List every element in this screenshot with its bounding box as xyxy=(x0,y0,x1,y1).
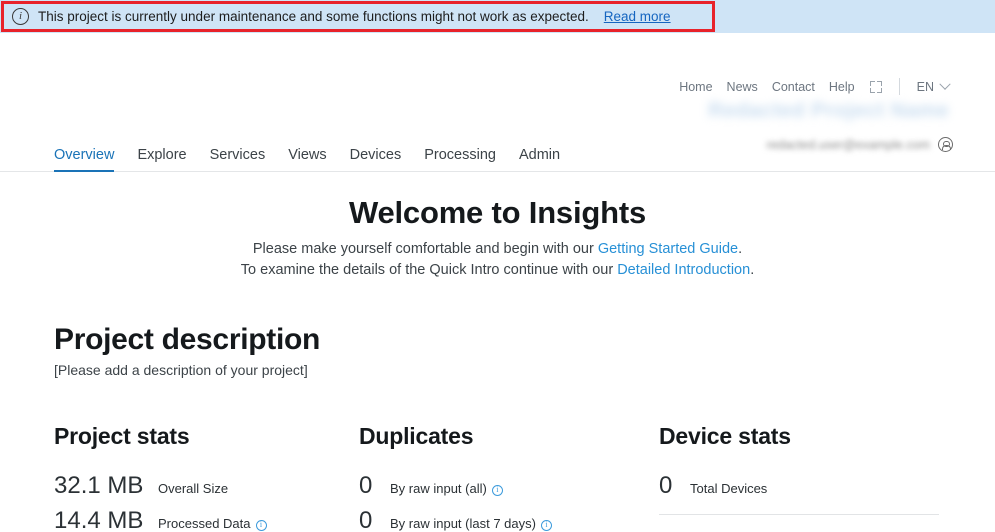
banner-message: This project is currently under maintena… xyxy=(38,9,589,24)
page-header: Home News Contact Help EN Redacted Proje… xyxy=(0,33,995,138)
stat-row: 0 By raw input (last 7 days) i xyxy=(359,507,659,532)
welcome-line-2-text: To examine the details of the Quick Intr… xyxy=(241,262,617,278)
project-stats-column: Project stats 32.1 MB Overall Size 14.4 … xyxy=(54,423,359,532)
info-icon[interactable]: i xyxy=(492,485,503,496)
stat-row: 0 By raw input (all) i xyxy=(359,472,659,500)
project-description-title: Project description xyxy=(54,323,995,357)
device-stats-title: Device stats xyxy=(659,423,949,450)
tab-admin[interactable]: Admin xyxy=(519,147,560,172)
tab-processing[interactable]: Processing xyxy=(424,147,496,172)
info-icon[interactable]: i xyxy=(541,520,552,531)
tab-explore[interactable]: Explore xyxy=(137,147,186,172)
getting-started-guide-link[interactable]: Getting Started Guide xyxy=(598,241,738,257)
stat-label: Overall Size xyxy=(158,481,228,496)
utility-nav: Home News Contact Help EN xyxy=(679,78,949,95)
stat-label-text: By raw input (all) xyxy=(390,481,487,496)
stat-label-text: By raw input (last 7 days) xyxy=(390,516,536,531)
fullscreen-expand-icon[interactable] xyxy=(870,81,882,93)
stat-label: Total Devices xyxy=(690,481,767,496)
duplicates-column: Duplicates 0 By raw input (all) i 0 By ra… xyxy=(359,423,659,532)
duplicates-title: Duplicates xyxy=(359,423,659,450)
info-circle-icon: i xyxy=(12,8,29,25)
language-selector[interactable]: EN xyxy=(917,80,949,94)
stat-value: 32.1 MB xyxy=(54,472,149,500)
stat-label: Processed Data i xyxy=(158,516,267,531)
stat-label-text: Processed Data xyxy=(158,516,251,531)
utility-link-contact[interactable]: Contact xyxy=(772,80,815,94)
tab-views[interactable]: Views xyxy=(288,147,326,172)
main-navigation: Overview Explore Services Views Devices … xyxy=(0,138,995,172)
stat-value: 0 xyxy=(359,507,381,532)
tab-services[interactable]: Services xyxy=(210,147,266,172)
maintenance-banner: i This project is currently under mainte… xyxy=(0,0,995,33)
project-title-redacted: Redacted Project Name xyxy=(708,99,949,123)
project-description-placeholder[interactable]: [Please add a description of your projec… xyxy=(54,362,995,378)
welcome-line-2-period: . xyxy=(750,262,754,278)
tab-devices[interactable]: Devices xyxy=(350,147,402,172)
read-more-link[interactable]: Read more xyxy=(604,9,671,24)
stat-row: 32.1 MB Overall Size xyxy=(54,472,359,500)
stat-value: 0 xyxy=(359,472,381,500)
divider xyxy=(899,78,900,95)
project-description-section: Project description [Please add a descri… xyxy=(0,323,995,378)
stat-label: By raw input (last 7 days) i xyxy=(390,516,552,531)
detailed-introduction-link[interactable]: Detailed Introduction xyxy=(617,262,750,278)
chevron-down-icon xyxy=(939,78,950,89)
welcome-line-1: Please make yourself comfortable and beg… xyxy=(0,239,995,259)
device-stats-column: Device stats 0 Total Devices xyxy=(659,423,949,532)
welcome-line-1-text: Please make yourself comfortable and beg… xyxy=(253,241,598,257)
stats-section: Project stats 32.1 MB Overall Size 14.4 … xyxy=(0,423,995,532)
language-label: EN xyxy=(917,80,934,94)
project-stats-title: Project stats xyxy=(54,423,359,450)
utility-link-help[interactable]: Help xyxy=(829,80,855,94)
stat-row: 14.4 MB Processed Data i xyxy=(54,507,359,532)
info-icon[interactable]: i xyxy=(256,520,267,531)
page-title: Welcome to Insights xyxy=(0,195,995,231)
device-stats-divider xyxy=(659,514,939,515)
welcome-line-2: To examine the details of the Quick Intr… xyxy=(0,260,995,280)
utility-link-news[interactable]: News xyxy=(727,80,758,94)
tab-overview[interactable]: Overview xyxy=(54,147,114,172)
welcome-line-1-period: . xyxy=(738,241,742,257)
stat-row: 0 Total Devices xyxy=(659,472,949,500)
utility-link-home[interactable]: Home xyxy=(679,80,712,94)
stat-label: By raw input (all) i xyxy=(390,481,503,496)
stat-value: 14.4 MB xyxy=(54,507,149,532)
stat-value: 0 xyxy=(659,472,681,500)
welcome-section: Welcome to Insights Please make yourself… xyxy=(0,195,995,280)
